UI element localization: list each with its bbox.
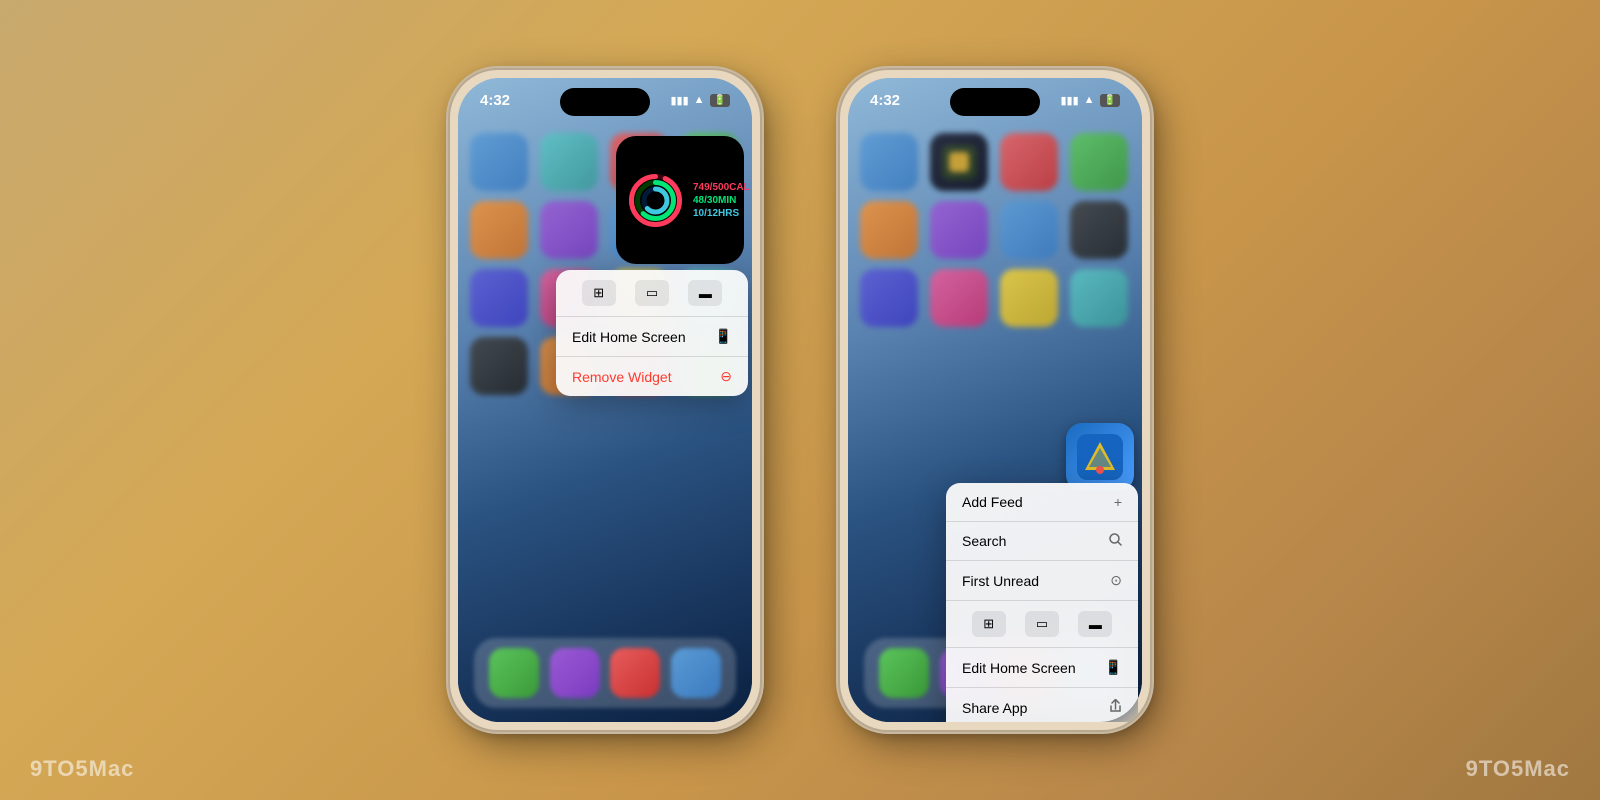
app-icon-2 bbox=[540, 133, 598, 191]
battery-icon-left: 🔋 bbox=[710, 94, 730, 107]
app-icon-r9 bbox=[860, 269, 918, 327]
app-icon-r5 bbox=[860, 201, 918, 259]
menu-edit-home-left[interactable]: Edit Home Screen 📱 bbox=[556, 317, 748, 357]
stat-min: 48/30MIN bbox=[693, 195, 750, 206]
app-icon-5 bbox=[470, 201, 528, 259]
dock-app-3[interactable] bbox=[610, 648, 660, 698]
activity-widget[interactable]: 749/500CAL 48/30MIN 10/12HRS bbox=[616, 136, 744, 264]
activity-rings-svg bbox=[628, 173, 683, 228]
menu-add-feed-label: Add Feed bbox=[962, 494, 1023, 510]
menu-share-app-icon bbox=[1109, 699, 1122, 716]
status-icons-right: ▮▮▮ ▲ 🔋 bbox=[1060, 94, 1120, 107]
watermark-left: 9TO5Mac bbox=[30, 756, 134, 782]
menu-add-feed[interactable]: Add Feed + bbox=[946, 483, 1138, 522]
nnw-app-icon[interactable] bbox=[1066, 423, 1134, 491]
battery-icon-right: 🔋 bbox=[1100, 94, 1120, 107]
menu-view-icons-left: ⊞ ▭ ▬ bbox=[556, 270, 748, 317]
menu-share-app[interactable]: Share App bbox=[946, 688, 1138, 722]
menu-first-unread-icon: ⊙ bbox=[1110, 572, 1122, 589]
view-grid-btn-right[interactable]: ⊞ bbox=[972, 611, 1006, 637]
app-icon-r2 bbox=[930, 133, 988, 191]
dock-left bbox=[474, 638, 736, 708]
wifi-icon-left: ▲ bbox=[694, 94, 705, 106]
app-icon-r7 bbox=[1000, 201, 1058, 259]
phone-right-screen: 4:32 ▮▮▮ ▲ 🔋 bbox=[848, 78, 1142, 722]
watermark-right: 9TO5Mac bbox=[1466, 756, 1570, 782]
dock-app-2[interactable] bbox=[550, 648, 600, 698]
menu-first-unread-label: First Unread bbox=[962, 573, 1039, 589]
nnw-icon-svg bbox=[1077, 434, 1123, 480]
app-icon-1 bbox=[470, 133, 528, 191]
view-sidebar-btn-right[interactable]: ▭ bbox=[1025, 611, 1059, 637]
wifi-icon-right: ▲ bbox=[1084, 94, 1095, 106]
menu-edit-home-right[interactable]: Edit Home Screen 📱 bbox=[946, 648, 1138, 688]
context-menu-left: ⊞ ▭ ▬ Edit Home Screen 📱 Remove Widget ⊖ bbox=[556, 270, 748, 396]
signal-icon-right: ▮▮▮ bbox=[1060, 94, 1078, 107]
menu-edit-home-icon-left: 📱 bbox=[715, 328, 732, 345]
app-icon-r10 bbox=[930, 269, 988, 327]
menu-search-label: Search bbox=[962, 533, 1006, 549]
menu-first-unread[interactable]: First Unread ⊙ bbox=[946, 561, 1138, 601]
view-sidebar-btn-left[interactable]: ▭ bbox=[635, 280, 669, 306]
app-icon-r12 bbox=[1070, 269, 1128, 327]
stat-hrs: 10/12HRS bbox=[693, 208, 750, 219]
menu-remove-widget-icon: ⊖ bbox=[720, 368, 732, 385]
dock-app-r1[interactable] bbox=[879, 648, 929, 698]
menu-search-icon bbox=[1109, 533, 1122, 549]
activity-stats: 749/500CAL 48/30MIN 10/12HRS bbox=[693, 182, 750, 219]
menu-search[interactable]: Search bbox=[946, 522, 1138, 561]
status-time-right: 4:32 bbox=[870, 92, 900, 109]
app-icon-r6 bbox=[930, 201, 988, 259]
app-icon-6 bbox=[540, 201, 598, 259]
app-icon-r3 bbox=[1000, 133, 1058, 191]
app-icon-9 bbox=[470, 269, 528, 327]
menu-add-feed-icon: + bbox=[1114, 494, 1122, 510]
menu-edit-home-icon-right: 📱 bbox=[1105, 659, 1122, 676]
menu-remove-widget-label: Remove Widget bbox=[572, 369, 672, 385]
menu-remove-widget[interactable]: Remove Widget ⊖ bbox=[556, 357, 748, 396]
menu-edit-home-label-left: Edit Home Screen bbox=[572, 329, 686, 345]
phone-left: 4:32 ▮▮▮ ▲ 🔋 bbox=[450, 70, 760, 730]
view-grid-btn-left[interactable]: ⊞ bbox=[582, 280, 616, 306]
context-menu-right: Add Feed + Search First Unread ⊙ ⊞ ▭ ▬ E… bbox=[946, 483, 1138, 722]
stat-cal: 749/500CAL bbox=[693, 182, 750, 193]
dock-app-4[interactable] bbox=[671, 648, 721, 698]
app-grid-right bbox=[860, 133, 1130, 327]
phone-left-screen: 4:32 ▮▮▮ ▲ 🔋 bbox=[458, 78, 752, 722]
dynamic-island-right bbox=[950, 88, 1040, 116]
app-icon-r4 bbox=[1070, 133, 1128, 191]
status-time-left: 4:32 bbox=[480, 92, 510, 109]
menu-share-app-label: Share App bbox=[962, 700, 1027, 716]
dock-app-1[interactable] bbox=[489, 648, 539, 698]
menu-view-icons-right: ⊞ ▭ ▬ bbox=[946, 601, 1138, 648]
signal-icon-left: ▮▮▮ bbox=[670, 94, 688, 107]
phone-right: 4:32 ▮▮▮ ▲ 🔋 bbox=[840, 70, 1150, 730]
app-icon-r11 bbox=[1000, 269, 1058, 327]
dynamic-island-left bbox=[560, 88, 650, 116]
app-icon-r8 bbox=[1070, 201, 1128, 259]
status-icons-left: ▮▮▮ ▲ 🔋 bbox=[670, 94, 730, 107]
app-icon-r1 bbox=[860, 133, 918, 191]
view-monitor-btn-right[interactable]: ▬ bbox=[1078, 611, 1112, 637]
app-icon-13 bbox=[470, 337, 528, 395]
menu-edit-home-label-right: Edit Home Screen bbox=[962, 660, 1076, 676]
view-monitor-btn-left[interactable]: ▬ bbox=[688, 280, 722, 306]
